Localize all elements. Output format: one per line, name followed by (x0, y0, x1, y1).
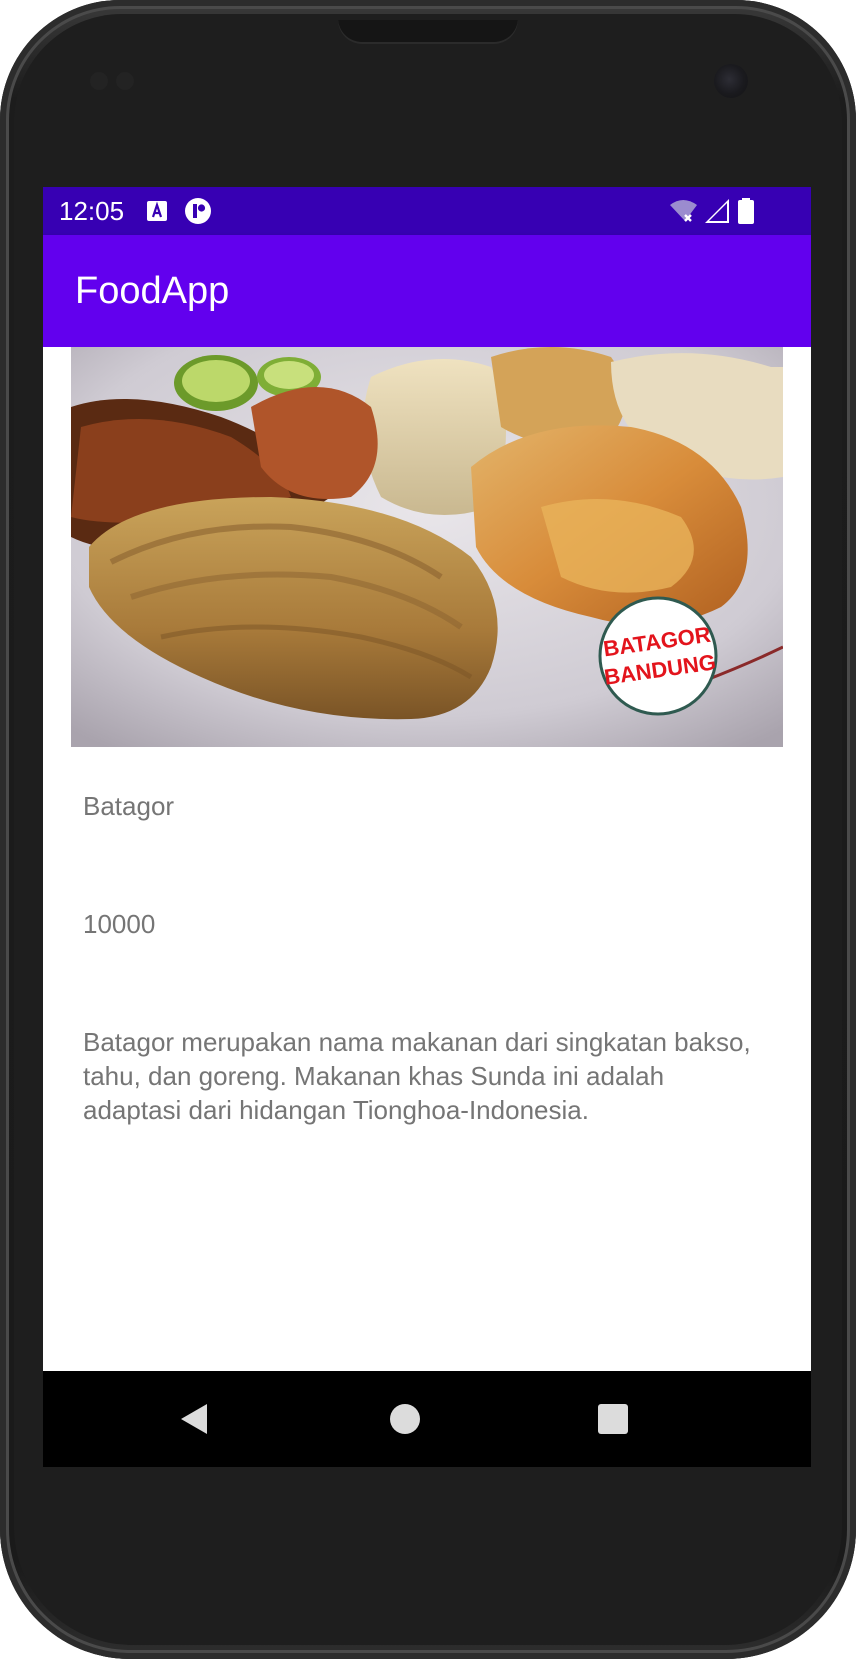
food-name: Batagor (83, 791, 175, 821)
system-nav-bar (43, 1371, 811, 1467)
back-icon[interactable] (177, 1401, 213, 1437)
batagor-photo: BATAGOR BANDUNG (71, 347, 783, 747)
proximity-sensor (90, 72, 108, 90)
recents-icon[interactable] (595, 1401, 631, 1437)
wifi-off-icon (670, 200, 697, 222)
front-camera (714, 64, 748, 98)
phone-body: 12:05 FoodApp BATAGOR BANDUNG Batagor 10… (0, 0, 856, 1659)
notification-circle-icon (185, 198, 211, 224)
home-icon[interactable] (387, 1401, 423, 1437)
food-description: Batagor merupakan nama makanan dari sing… (83, 1027, 751, 1125)
emulator-frame: 12:05 FoodApp BATAGOR BANDUNG Batagor 10… (0, 0, 856, 1659)
battery-icon (738, 198, 754, 224)
notification-a-icon (147, 201, 167, 221)
app-title: FoodApp (75, 270, 230, 312)
food-image: BATAGOR BANDUNG (71, 347, 783, 747)
food-price: 10000 (83, 909, 156, 939)
status-bar: 12:05 (43, 187, 811, 235)
food-detail-content: BATAGOR BANDUNG Batagor 10000 Batagor me… (43, 347, 811, 1371)
light-sensor (116, 72, 134, 90)
app-toolbar: FoodApp (43, 235, 811, 347)
phone-screen: 12:05 FoodApp BATAGOR BANDUNG Batagor 10… (43, 187, 811, 1467)
status-time: 12:05 (59, 196, 125, 226)
earpiece-speaker (338, 20, 518, 44)
cell-signal-icon (705, 199, 729, 223)
